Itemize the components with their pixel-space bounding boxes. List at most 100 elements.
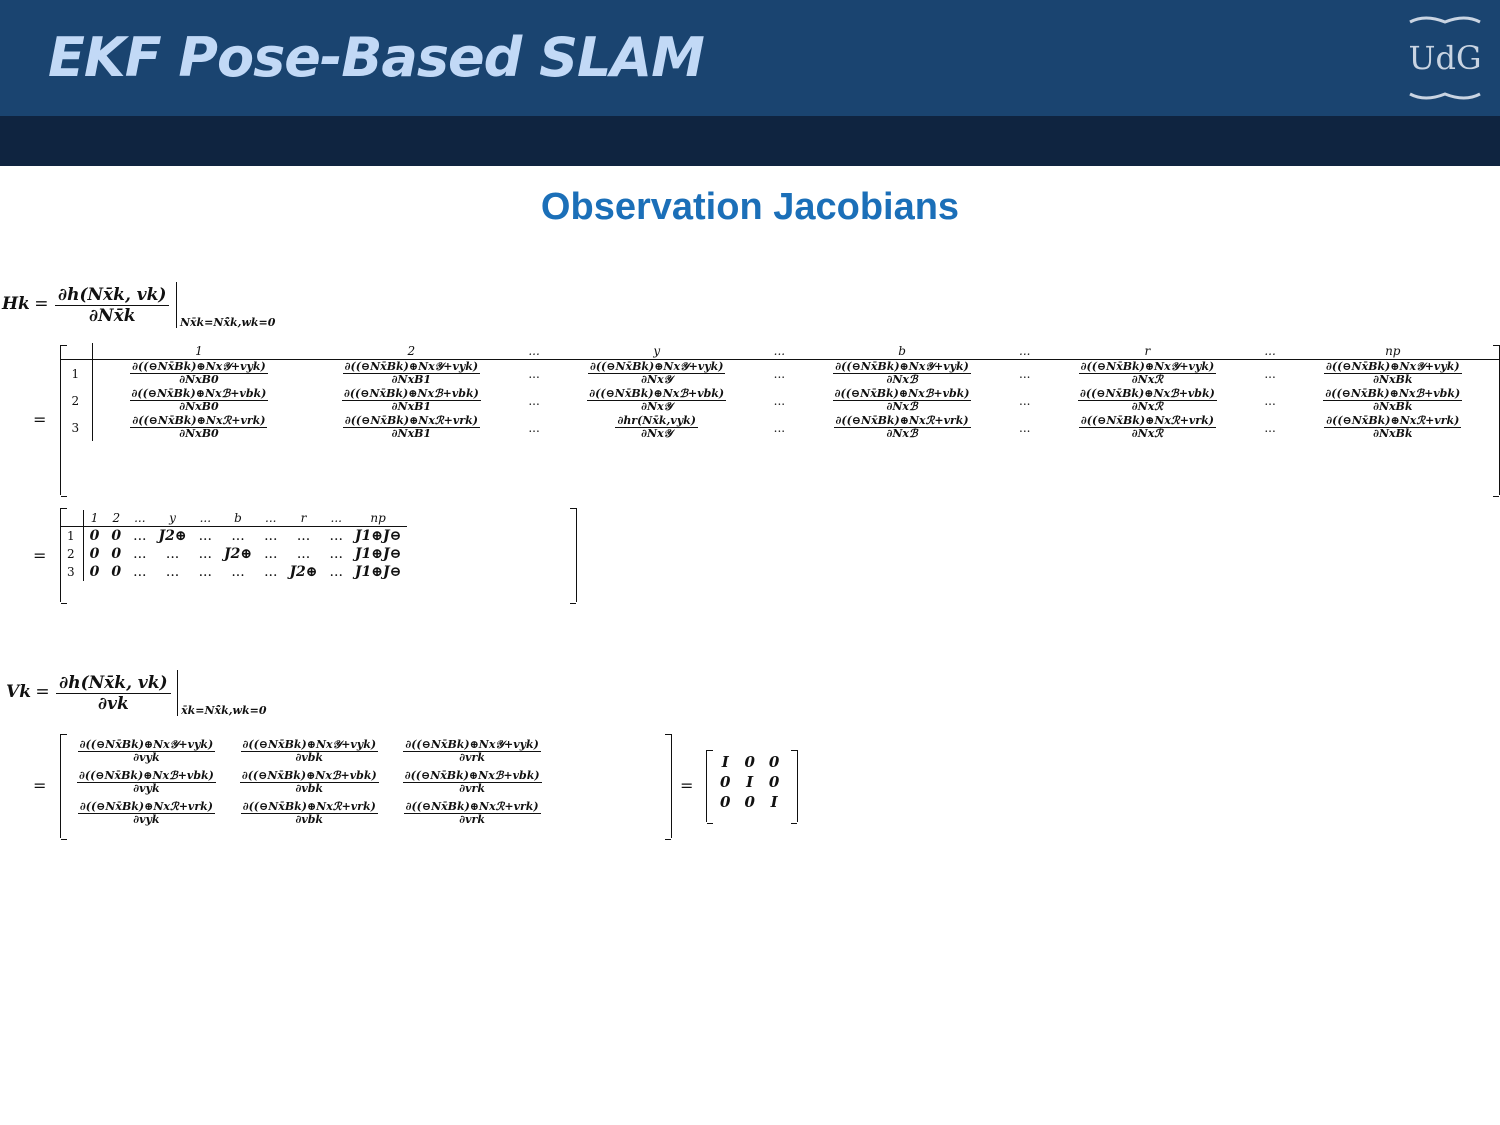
h-simple-cell: ... <box>198 564 212 580</box>
h-full-cell: ∂((⊖Nx̄Bk)⊕Nxℛ+vrk) ∂NxBk <box>1287 414 1499 441</box>
h-evaluation-bar: Nx̄k=Nx̄̂k,wk=0 <box>175 282 275 329</box>
ellipsis: ... <box>773 420 786 435</box>
identity-cell: I <box>770 793 778 811</box>
v-derivative: ∂h(Nx̄k, vk) ∂vk <box>56 673 171 714</box>
v-full-matrix: ∂((⊖Nx̄Bk)⊕Nx𝒴+vyk) ∂vyk ∂((⊖Nx̄Bk)⊕Nx𝒴+vy… <box>60 734 672 840</box>
h-simple-column-header: ... <box>258 510 284 527</box>
matrix-entry-denominator: ∂NxBk <box>1373 400 1413 413</box>
slide-title: EKF Pose-Based SLAM <box>48 26 705 89</box>
h-full-cell: ... <box>763 360 796 388</box>
identity-cell: I <box>721 753 729 771</box>
v-full-cell: ∂((⊖Nx̄Bk)⊕Nxℛ+vrk) ∂vbk <box>228 798 391 829</box>
matrix-entry-fraction: ∂((⊖Nx̄Bk)⊕Nxℛ+vrk) ∂NxBk <box>1324 415 1462 440</box>
h-simple-row: 3 0 0............... J2⊕... J1⊕J⊖ <box>61 563 407 581</box>
matrix-entry-fraction: ∂((⊖Nx̄Bk)⊕Nxℛ+vrk) ∂vrk <box>403 801 541 826</box>
h-full-matrix: 1 2... y... b... r... np 1 ∂((⊖Nx̄Bk)⊕Nx𝒴+vyk) ∂… <box>60 343 1500 497</box>
matrix-entry-fraction: ∂((⊖Nx̄Bk)⊕Nxℬ+vbk) ∂vrk <box>402 770 542 795</box>
h-full-row: 3 ∂((⊖Nx̄Bk)⊕Nxℛ+vrk) ∂NxB0 ∂((⊖Nx̄Bk)⊕Nxℛ+… <box>61 414 1499 441</box>
matrix-entry-denominator: ∂vbk <box>295 782 324 795</box>
h-full-column-header: ... <box>1253 343 1287 360</box>
slide-header: EKF Pose-Based SLAM UdG <box>0 0 1500 116</box>
header-band <box>0 116 1500 166</box>
h-simple-cell: ... <box>133 528 147 544</box>
ellipsis: ... <box>1264 366 1276 381</box>
h-simple-cell: ... <box>329 546 343 562</box>
v-full-cell: ∂((⊖Nx̄Bk)⊕Nxℛ+vrk) ∂vrk <box>391 798 554 829</box>
ellipsis: ... <box>1019 366 1031 381</box>
h-full-row: 1 ∂((⊖Nx̄Bk)⊕Nx𝒴+vyk) ∂NxB0 ∂((⊖Nx̄Bk)⊕Nx𝒴+… <box>61 359 1499 388</box>
identity-cell: 0 <box>744 793 755 811</box>
matrix-entry-fraction: ∂((⊖Nx̄Bk)⊕Nx𝒴+vyk) ∂NxBk <box>1324 361 1462 386</box>
h-full-column-header: ... <box>517 343 551 360</box>
h-simple-cell: J1⊕J⊖ <box>354 564 402 580</box>
matrix-entry-denominator: ∂vbk <box>295 751 324 764</box>
h-full-cell: ∂((⊖Nx̄Bk)⊕Nxℬ+vbk) ∂Nxℛ <box>1041 387 1253 414</box>
h-full-cell: ∂((⊖Nx̄Bk)⊕Nx𝒴+vyk) ∂NxBk <box>1287 360 1499 388</box>
matrix-entry-denominator: ∂vrk <box>459 782 485 795</box>
matrix-entry-denominator: ∂Nx𝒴 <box>641 373 673 386</box>
h-full-cell: ... <box>518 360 551 388</box>
v-full-cell: ∂((⊖Nx̄Bk)⊕Nxℬ+vbk) ∂vrk <box>391 767 554 798</box>
ellipsis: ... <box>528 366 540 381</box>
h-full-cell: ∂((⊖Nx̄Bk)⊕Nx𝒴+vyk) ∂NxB0 <box>92 360 305 388</box>
h-simple-cell: ... <box>165 546 180 562</box>
h-simple-cell: ... <box>264 564 278 580</box>
v-full-cell: ∂((⊖Nx̄Bk)⊕Nxℛ+vrk) ∂vyk <box>65 798 228 829</box>
h-simple-cell: ... <box>133 564 147 580</box>
matrix-entry-fraction: ∂((⊖Nx̄Bk)⊕Nx𝒴+vyk) ∂vbk <box>240 739 379 764</box>
h-simple-row: 2 0 0......... J2⊕......... J1⊕J⊖ <box>61 545 407 563</box>
v-identity-matrix: I000I000I <box>706 750 798 824</box>
ellipsis: ... <box>1019 420 1031 435</box>
matrix-entry-fraction: ∂((⊖Nx̄Bk)⊕Nxℛ+vrk) ∂vbk <box>240 801 378 826</box>
v-full-cell: ∂((⊖Nx̄Bk)⊕Nx𝒴+vyk) ∂vyk <box>65 736 228 767</box>
matrix-entry-denominator: ∂Nx𝒴 <box>641 427 673 440</box>
h-full-equals: = <box>33 410 47 429</box>
matrix-entry-fraction: ∂((⊖Nx̄Bk)⊕Nxℛ+vrk) ∂NxB1 <box>342 415 480 440</box>
matrix-entry-denominator: ∂Nxℬ <box>886 400 918 413</box>
h-full-cell: ∂hr(Nx̄k,vyk) ∂Nx𝒴 <box>551 414 763 441</box>
identity-row: I00 <box>713 752 786 772</box>
v-evaluation-bar: x̄k=Nx̄̂k,wk=0 <box>177 670 266 717</box>
h-simple-cell: 0 <box>89 564 100 580</box>
matrix-entry-denominator: ∂NxB0 <box>179 427 219 440</box>
h-full-cell: ... <box>1254 387 1287 414</box>
ellipsis: ... <box>528 393 540 408</box>
matrix-entry-denominator: ∂Nxℬ <box>886 373 918 386</box>
matrix-entry-fraction: ∂((⊖Nx̄Bk)⊕Nx𝒴+vyk) ∂Nx𝒴 <box>587 361 726 386</box>
v-derivative-den: ∂vk <box>97 693 129 714</box>
matrix-entry-denominator: ∂Nxℛ <box>1131 400 1164 413</box>
h-lhs: Hk <box>2 294 30 314</box>
h-full-row-header: 2 <box>61 387 93 414</box>
identity-cell: 0 <box>744 753 755 771</box>
ellipsis: ... <box>1019 393 1031 408</box>
h-simple-column-header: 2 <box>105 510 128 527</box>
h-simple-cell: J1⊕J⊖ <box>354 546 402 562</box>
ellipsis: ... <box>773 393 786 408</box>
h-simple-column-header: ... <box>127 510 153 527</box>
identity-cell: 0 <box>768 753 780 771</box>
matrix-entry-denominator: ∂Nxℛ <box>1131 373 1164 386</box>
logo-text: UdG <box>1408 39 1481 77</box>
identity-row: 00I <box>713 792 786 812</box>
h-simple-column-header: np <box>348 510 408 527</box>
h-simple-equals: = <box>33 546 47 565</box>
v-equals: = <box>35 682 50 702</box>
h-simple-cell: J2⊕ <box>223 546 253 562</box>
h-full-column-header: r <box>1041 343 1254 360</box>
ellipsis: ... <box>773 366 786 381</box>
matrix-entry-denominator: ∂NxB0 <box>179 373 219 386</box>
h-full-cell: ... <box>518 387 551 414</box>
matrix-entry-fraction: ∂((⊖Nx̄Bk)⊕Nx𝒴+vyk) ∂Nxℛ <box>1078 361 1217 386</box>
v-identity-equals: = <box>680 776 694 795</box>
h-full-cell: ∂((⊖Nx̄Bk)⊕Nxℛ+vrk) ∂Nxℬ <box>796 414 1008 441</box>
ellipsis: ... <box>528 420 540 435</box>
v-full-row: ∂((⊖Nx̄Bk)⊕Nxℬ+vbk) ∂vyk ∂((⊖Nx̄Bk)⊕Nxℬ+vb… <box>65 767 554 798</box>
matrix-entry-fraction: ∂((⊖Nx̄Bk)⊕Nx𝒴+vyk) ∂Nxℬ <box>833 361 971 386</box>
identity-cell: 0 <box>768 773 780 791</box>
v-derivative-num: ∂h(Nx̄k, vk) <box>56 673 171 694</box>
matrix-entry-fraction: ∂((⊖Nx̄Bk)⊕Nx𝒴+vyk) ∂vyk <box>77 739 216 764</box>
matrix-entry-denominator: ∂vyk <box>133 751 160 764</box>
matrix-entry-fraction: ∂((⊖Nx̄Bk)⊕Nxℬ+vbk) ∂NxB1 <box>341 388 481 413</box>
h-full-cell: ... <box>518 414 551 441</box>
h-full-cell: ∂((⊖Nx̄Bk)⊕Nxℬ+vbk) ∂Nx𝒴 <box>551 387 763 414</box>
